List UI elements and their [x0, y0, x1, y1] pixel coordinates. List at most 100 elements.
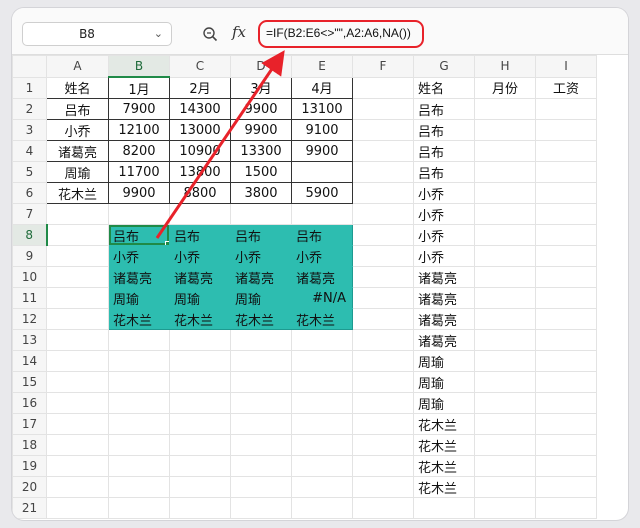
cell-f18[interactable]: [352, 434, 414, 456]
cell-i10[interactable]: [535, 266, 597, 288]
cell-b21[interactable]: [108, 497, 170, 519]
cell-e12[interactable]: 花木兰: [291, 308, 353, 330]
cell-a18[interactable]: [46, 434, 109, 456]
cell-b2[interactable]: 7900: [108, 98, 170, 120]
cell-d5[interactable]: 1500: [230, 161, 292, 183]
cell-d7[interactable]: [230, 203, 292, 225]
cell-g1[interactable]: 姓名: [413, 76, 475, 99]
cell-g13[interactable]: 诸葛亮: [413, 329, 475, 351]
cell-g3[interactable]: 吕布: [413, 119, 475, 141]
cell-f3[interactable]: [352, 119, 414, 141]
row-header-10[interactable]: 10: [12, 266, 47, 288]
cell-h3[interactable]: [474, 119, 536, 141]
cell-f11[interactable]: [352, 287, 414, 309]
cell-a14[interactable]: [46, 350, 109, 372]
cell-e19[interactable]: [291, 455, 353, 477]
cell-b11[interactable]: 周瑜: [108, 287, 170, 309]
cell-a8[interactable]: [46, 224, 109, 246]
cell-a7[interactable]: [46, 203, 109, 225]
cell-a3[interactable]: 小乔: [46, 119, 109, 141]
cell-h10[interactable]: [474, 266, 536, 288]
cell-e17[interactable]: [291, 413, 353, 435]
row-header-14[interactable]: 14: [12, 350, 47, 372]
cell-b19[interactable]: [108, 455, 170, 477]
cell-g21[interactable]: [413, 497, 475, 519]
cell-e2[interactable]: 13100: [291, 98, 353, 120]
cell-b15[interactable]: [108, 371, 170, 393]
column-header-g[interactable]: G: [413, 55, 475, 78]
cell-g8[interactable]: 小乔: [413, 224, 475, 246]
column-header-h[interactable]: H: [474, 55, 536, 78]
row-header-20[interactable]: 20: [12, 476, 47, 498]
row-header-15[interactable]: 15: [12, 371, 47, 393]
cell-a13[interactable]: [46, 329, 109, 351]
cell-f1[interactable]: [352, 76, 414, 99]
cell-f13[interactable]: [352, 329, 414, 351]
cell-i18[interactable]: [535, 434, 597, 456]
cell-i14[interactable]: [535, 350, 597, 372]
cell-i13[interactable]: [535, 329, 597, 351]
cell-c9[interactable]: 小乔: [169, 245, 231, 267]
cell-d6[interactable]: 3800: [230, 182, 292, 204]
cell-a5[interactable]: 周瑜: [46, 161, 109, 183]
cell-i21[interactable]: [535, 497, 597, 519]
fx-icon[interactable]: fx: [232, 23, 246, 41]
cell-i3[interactable]: [535, 119, 597, 141]
cell-i6[interactable]: [535, 182, 597, 204]
cell-b7[interactable]: [108, 203, 170, 225]
cell-g7[interactable]: 小乔: [413, 203, 475, 225]
cell-h13[interactable]: [474, 329, 536, 351]
cell-g18[interactable]: 花木兰: [413, 434, 475, 456]
row-header-7[interactable]: 7: [12, 203, 47, 225]
row-header-3[interactable]: 3: [12, 119, 47, 141]
row-header-19[interactable]: 19: [12, 455, 47, 477]
cell-c18[interactable]: [169, 434, 231, 456]
column-header-i[interactable]: I: [535, 55, 597, 78]
cell-a20[interactable]: [46, 476, 109, 498]
cell-h7[interactable]: [474, 203, 536, 225]
cell-e9[interactable]: 小乔: [291, 245, 353, 267]
cell-d4[interactable]: 13300: [230, 140, 292, 162]
cell-b3[interactable]: 12100: [108, 119, 170, 141]
cell-e14[interactable]: [291, 350, 353, 372]
cell-a17[interactable]: [46, 413, 109, 435]
cell-c11[interactable]: 周瑜: [169, 287, 231, 309]
cell-b12[interactable]: 花木兰: [108, 308, 170, 330]
cell-i11[interactable]: [535, 287, 597, 309]
row-header-21[interactable]: 21: [12, 497, 47, 519]
cell-e16[interactable]: [291, 392, 353, 414]
cell-g17[interactable]: 花木兰: [413, 413, 475, 435]
cell-c1[interactable]: 2月: [169, 76, 231, 99]
cell-e1[interactable]: 4月: [291, 76, 353, 99]
cell-h5[interactable]: [474, 161, 536, 183]
cell-d8[interactable]: 吕布: [230, 224, 292, 246]
cell-b9[interactable]: 小乔: [108, 245, 170, 267]
cell-c13[interactable]: [169, 329, 231, 351]
cell-e6[interactable]: 5900: [291, 182, 353, 204]
cell-g20[interactable]: 花木兰: [413, 476, 475, 498]
cell-e8[interactable]: 吕布: [291, 224, 353, 246]
cell-h17[interactable]: [474, 413, 536, 435]
cell-d14[interactable]: [230, 350, 292, 372]
cell-e10[interactable]: 诸葛亮: [291, 266, 353, 288]
cell-c12[interactable]: 花木兰: [169, 308, 231, 330]
cell-d18[interactable]: [230, 434, 292, 456]
cell-d16[interactable]: [230, 392, 292, 414]
cell-d2[interactable]: 9900: [230, 98, 292, 120]
cell-f19[interactable]: [352, 455, 414, 477]
cell-b17[interactable]: [108, 413, 170, 435]
cell-c7[interactable]: [169, 203, 231, 225]
cell-a16[interactable]: [46, 392, 109, 414]
cell-f4[interactable]: [352, 140, 414, 162]
cell-c20[interactable]: [169, 476, 231, 498]
row-header-2[interactable]: 2: [12, 98, 47, 120]
row-header-6[interactable]: 6: [12, 182, 47, 204]
cell-d17[interactable]: [230, 413, 292, 435]
cell-h19[interactable]: [474, 455, 536, 477]
cell-h2[interactable]: [474, 98, 536, 120]
row-header-17[interactable]: 17: [12, 413, 47, 435]
cell-h9[interactable]: [474, 245, 536, 267]
row-header-11[interactable]: 11: [12, 287, 47, 309]
cell-i5[interactable]: [535, 161, 597, 183]
cell-b5[interactable]: 11700: [108, 161, 170, 183]
